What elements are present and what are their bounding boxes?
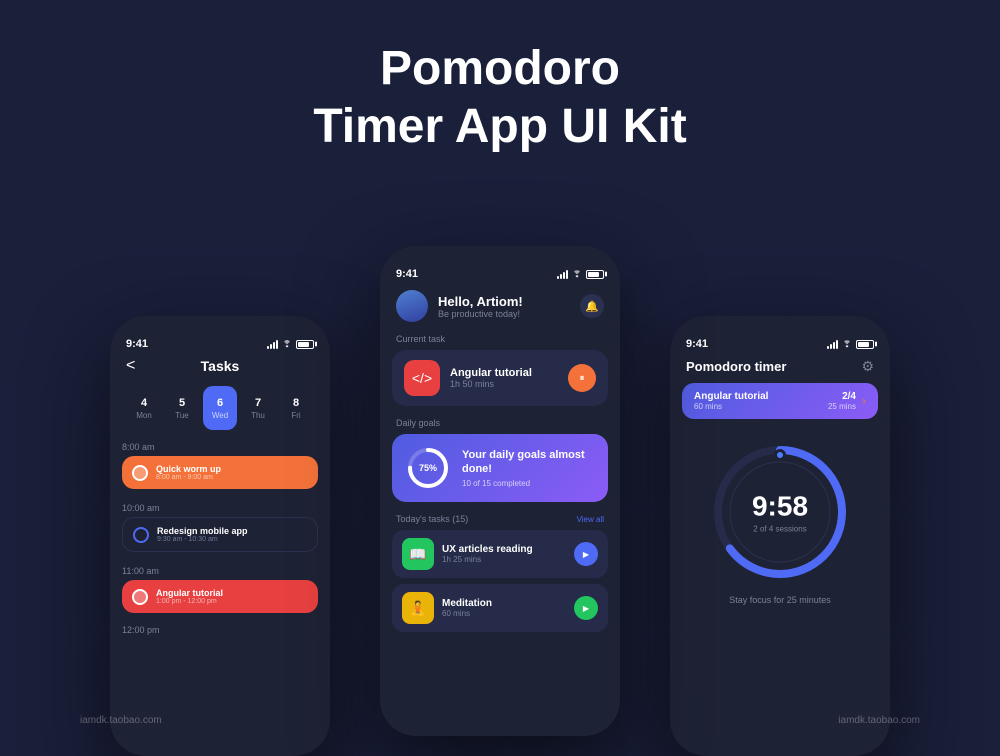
wifi-center [571, 270, 583, 279]
date-item-6[interactable]: 6 Wed [203, 386, 237, 430]
task-quick-worm-up[interactable]: Quick worm up 8:00 am - 9:00 am [122, 456, 318, 489]
bell-icon[interactable]: 🔔 [580, 294, 604, 318]
tasks-title: Tasks [201, 358, 240, 374]
battery-icon-left [296, 340, 314, 349]
current-task-label: Current task [380, 330, 620, 350]
task-ux-duration: 1h 25 mins [442, 555, 566, 564]
watermark-left: iamdk.taobao.com [80, 715, 162, 726]
timer-task-progress: 2/4 [828, 391, 856, 402]
time-label-12pm: 12:00 pm [110, 623, 330, 637]
timer-task-row[interactable]: Angular tutorial 60 mins 2/4 25 mins › [682, 383, 878, 419]
timer-ring: 9:58 2 of 4 sessions [705, 437, 855, 587]
goals-sub: 10 of 15 completed [462, 479, 594, 488]
big-time: 9:58 [752, 491, 808, 523]
app-header: Pomodoro Timer App UI Kit [0, 0, 1000, 175]
wifi-right [841, 340, 853, 349]
signal-icon [267, 340, 278, 349]
code-icon: </> [404, 360, 440, 396]
task-circle-red [132, 589, 148, 605]
timer-task-name: Angular tutorial [694, 391, 828, 402]
time-label-8am: 8:00 am [122, 442, 318, 452]
timer-task-remaining: 25 mins [828, 402, 856, 411]
status-bar-right: 9:41 [670, 330, 890, 354]
task-meditation[interactable]: 🧘 Meditation 60 mins ▶ [392, 584, 608, 632]
goals-title: Your daily goals almost done! [462, 448, 594, 477]
watermark-right: iamdk.taobao.com [838, 715, 920, 726]
status-icons-center [557, 270, 604, 279]
task-icon-meditation: 🧘 [402, 592, 434, 624]
home-header: Hello, Artiom! Be productive today! 🔔 [380, 284, 620, 330]
user-avatar [396, 290, 428, 322]
status-icons-left [267, 340, 314, 349]
status-bar-center: 9:41 [380, 260, 620, 284]
task-ux-name: UX articles reading [442, 544, 566, 555]
task-redesign[interactable]: Redesign mobile app 9:30 am - 10:30 am [122, 517, 318, 552]
battery-right [856, 340, 874, 349]
progress-circle: 75% [406, 446, 450, 490]
status-time-right: 9:41 [686, 338, 708, 350]
gear-icon[interactable]: ⚙ [861, 358, 874, 375]
today-tasks-label: Today's tasks (15) [396, 514, 468, 524]
view-all-link[interactable]: View all [577, 515, 604, 524]
greeting: Hello, Artiom! Be productive today! [428, 294, 580, 319]
arrow-right-icon: › [862, 394, 866, 408]
signal-center [557, 270, 568, 279]
task-section-11am: 11:00 am Angular tutorial 1:00 pm - 12:0… [110, 562, 330, 623]
date-item-7[interactable]: 7 Thu [241, 386, 275, 430]
task-angular[interactable]: Angular tutorial 1:00 pm - 12:00 pm [122, 580, 318, 613]
phone-timer: 9:41 Pomodoro timer ⚙ Angular tuto [670, 316, 890, 756]
phone-home: 9:41 Hello, Artiom! Be pro [380, 246, 620, 736]
time-label-10am: 10:00 am [122, 503, 318, 513]
today-tasks-header: Today's tasks (15) View all [380, 510, 620, 530]
status-icons-right [827, 340, 874, 349]
current-task-card[interactable]: </> Angular tutorial 1h 50 mins ⏸ [392, 350, 608, 406]
task-meditation-duration: 60 mins [442, 609, 566, 618]
task-circle-outline [133, 527, 149, 543]
wifi-icon [281, 340, 293, 349]
pause-button[interactable]: ⏸ [568, 364, 596, 392]
task-section-8am: 8:00 am Quick worm up 8:00 am - 9:00 am [110, 438, 330, 499]
battery-center [586, 270, 604, 279]
current-task-name: Angular tutorial [450, 367, 558, 379]
back-button[interactable]: < [126, 357, 135, 375]
date-strip: 4 Mon 5 Tue 6 Wed 7 Thu 8 Fri [110, 382, 330, 438]
timer-header: Pomodoro timer ⚙ [670, 354, 890, 383]
status-time-center: 9:41 [396, 268, 418, 280]
signal-right [827, 340, 838, 349]
phones-container: 9:41 < Tasks 4 [50, 236, 950, 756]
task-ux-articles[interactable]: 📖 UX articles reading 1h 25 mins ▶ [392, 530, 608, 578]
progress-text: 75% [419, 463, 437, 473]
date-item-5[interactable]: 5 Tue [165, 386, 199, 430]
phone-tasks: 9:41 < Tasks 4 [110, 316, 330, 756]
app-title: Pomodoro Timer App UI Kit [0, 40, 1000, 155]
timer-task-duration: 60 mins [694, 402, 828, 411]
status-time-left: 9:41 [126, 338, 148, 350]
greeting-sub: Be productive today! [438, 309, 580, 319]
sessions-text: 2 of 4 sessions [752, 525, 808, 534]
task-section-10am: 10:00 am Redesign mobile app 9:30 am - 1… [110, 499, 330, 562]
play-button-meditation[interactable]: ▶ [574, 596, 598, 620]
status-bar-left: 9:41 [110, 330, 330, 354]
task-icon-ux: 📖 [402, 538, 434, 570]
task-meditation-name: Meditation [442, 598, 566, 609]
big-timer-container: 9:58 2 of 4 sessions Stay focus for 25 m… [670, 427, 890, 615]
daily-goals-card: 75% Your daily goals almost done! 10 of … [392, 434, 608, 502]
greeting-hello: Hello, Artiom! [438, 294, 580, 309]
title-line1: Pomodoro [380, 42, 620, 95]
tasks-header: < Tasks [110, 354, 330, 382]
notch-right [750, 316, 810, 330]
notch-center [470, 246, 530, 260]
current-task-duration: 1h 50 mins [450, 379, 558, 389]
time-label-11am: 11:00 am [122, 566, 318, 576]
date-item-8[interactable]: 8 Fri [279, 386, 313, 430]
timer-title: Pomodoro timer [686, 359, 786, 374]
date-item-4[interactable]: 4 Mon [127, 386, 161, 430]
title-line2: Timer App UI Kit [313, 100, 686, 153]
task-circle [132, 465, 148, 481]
play-button-ux[interactable]: ▶ [574, 542, 598, 566]
daily-goals-label: Daily goals [380, 414, 620, 434]
stay-focus-text: Stay focus for 25 minutes [729, 595, 831, 605]
notch-left [190, 316, 250, 330]
